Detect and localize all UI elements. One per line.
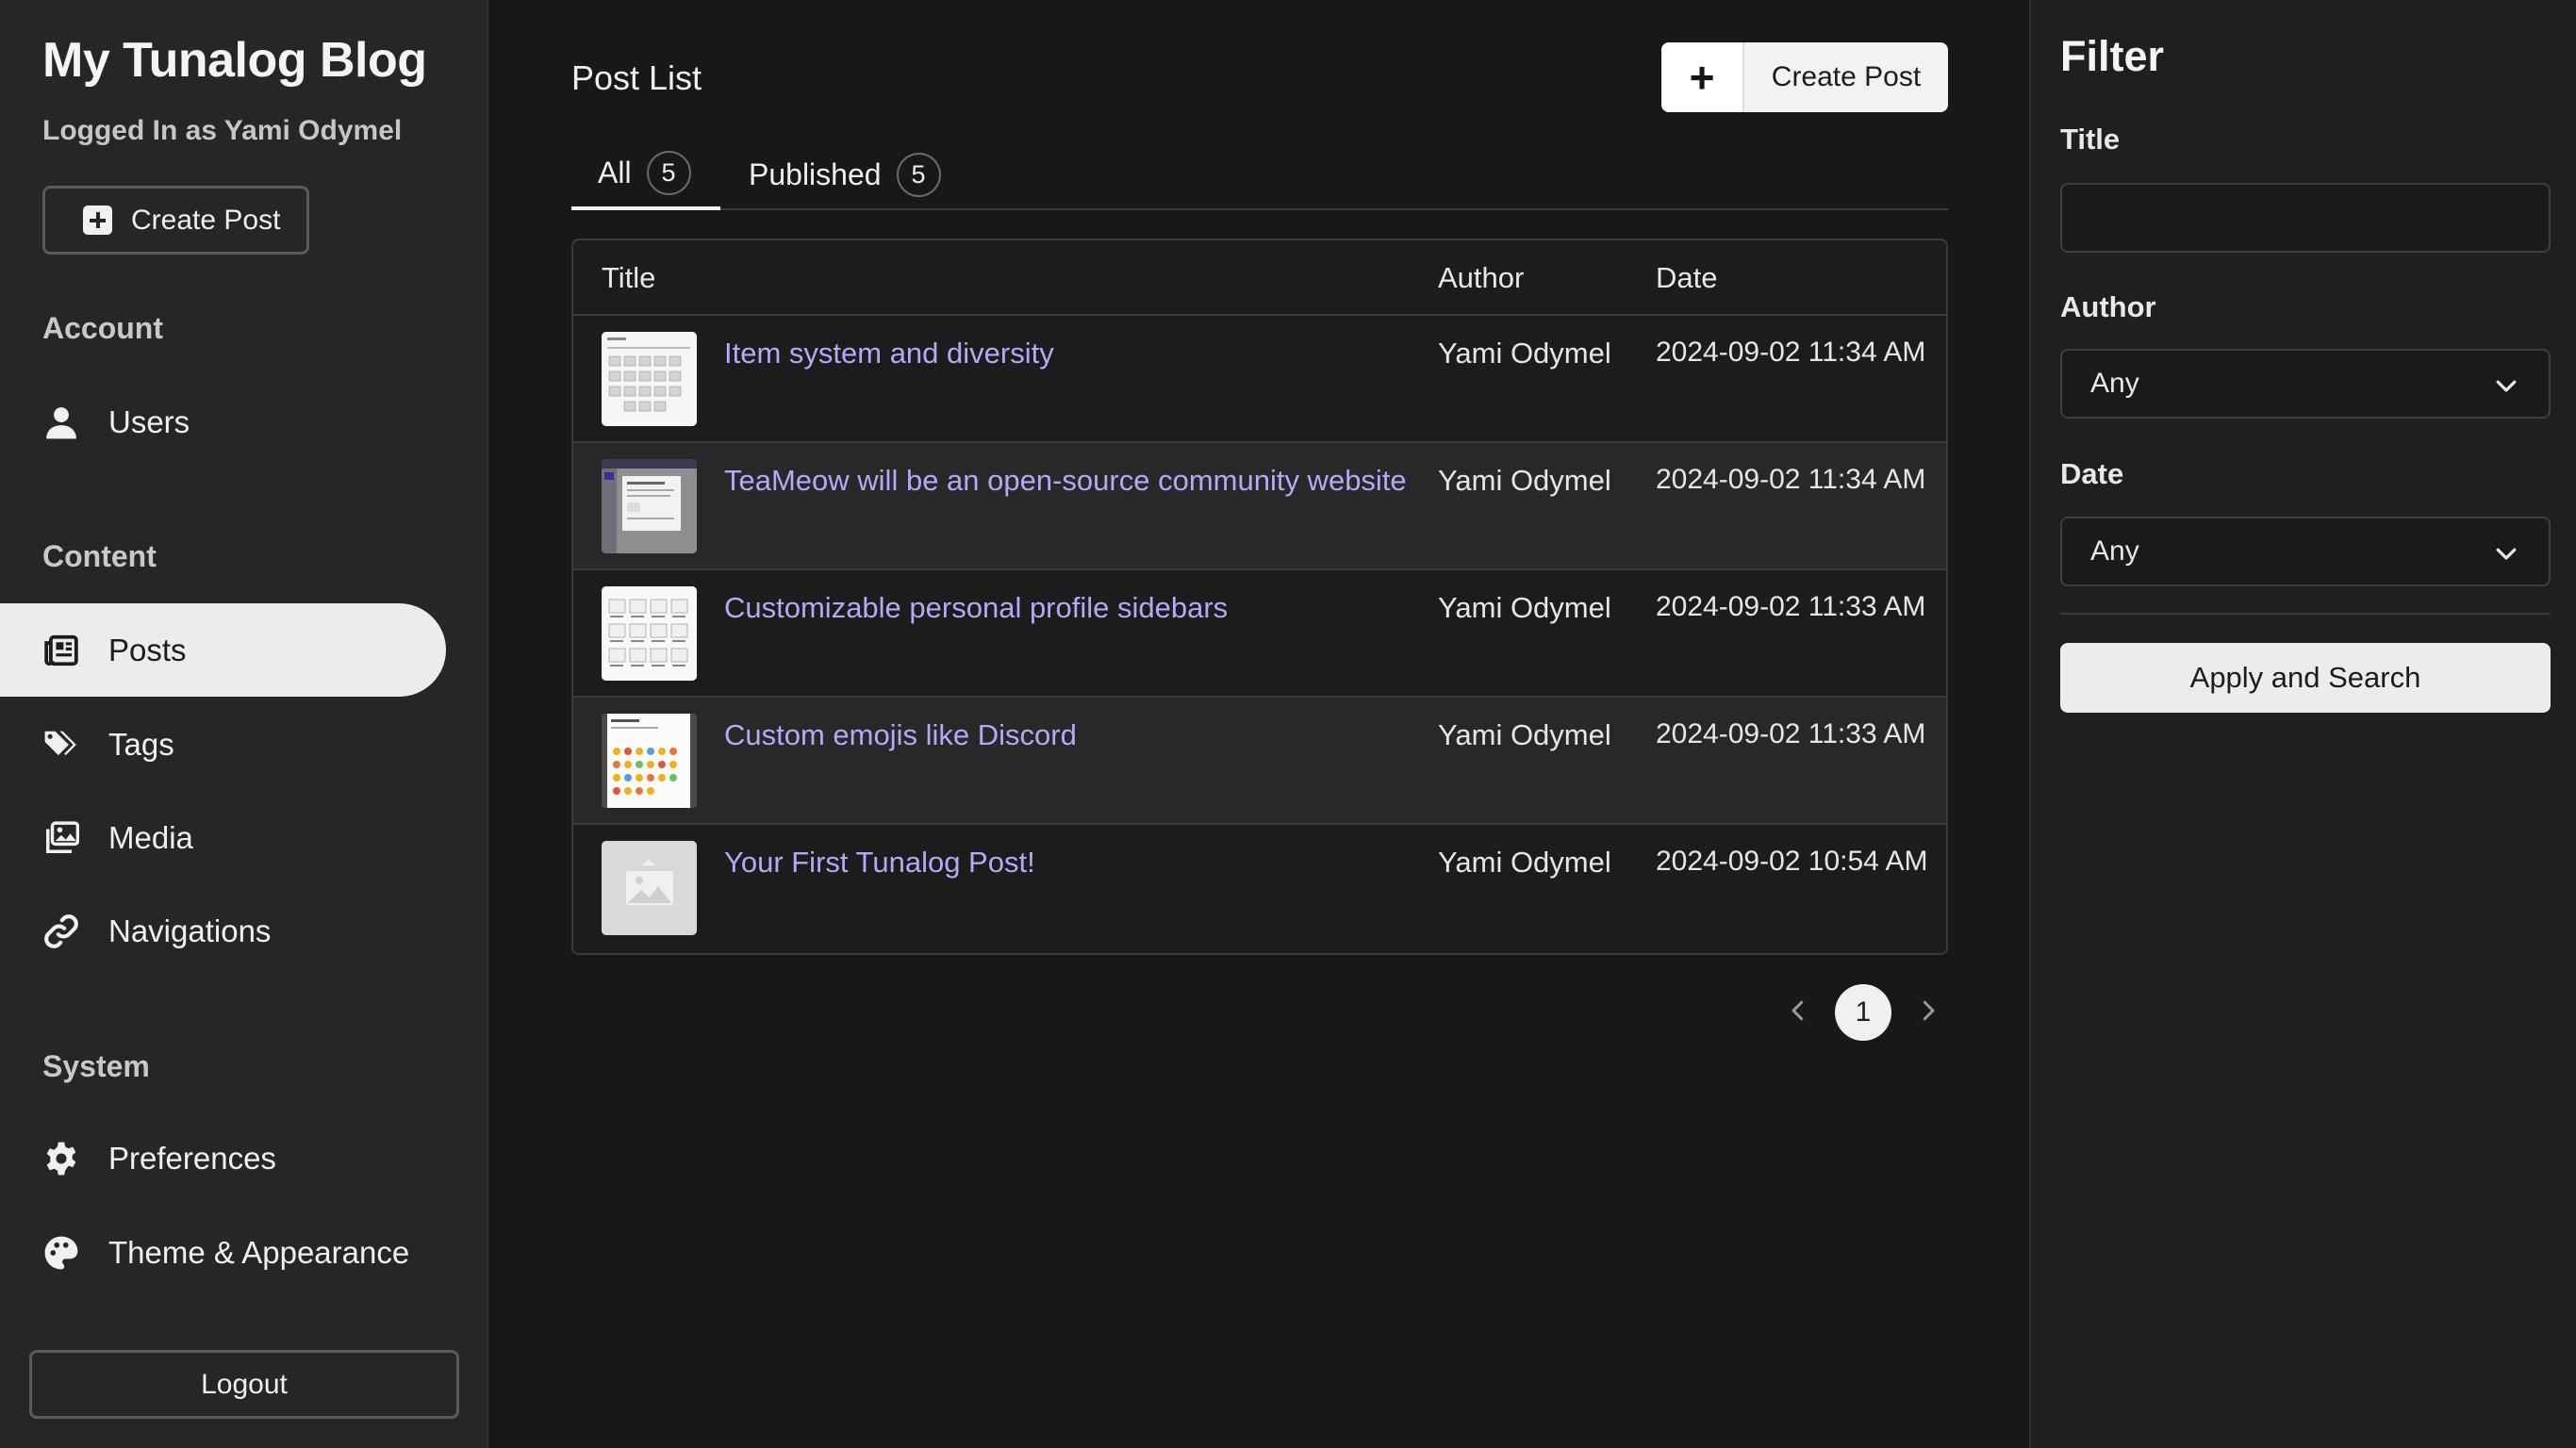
post-date: 2024-09-02 10:54 AM (1656, 846, 1928, 877)
post-date: 2024-09-02 11:33 AM (1656, 718, 1926, 749)
create-post-button[interactable]: + Create Post (1661, 42, 1948, 112)
logout-button[interactable]: Logout (29, 1350, 459, 1419)
filter-date-label: Date (2060, 457, 2124, 490)
post-table: Title Author Date Item system and divers… (571, 239, 1948, 955)
page-title: Post List (571, 58, 702, 97)
post-tabs: All 5 Published 5 (571, 140, 1948, 210)
app-window: My Tunalog Blog Logged In as Yami Odymel… (0, 0, 2576, 1448)
post-thumbnail[interactable] (602, 332, 697, 426)
filter-panel: Filter Title Author Any Date Any Apply a… (2029, 0, 2576, 1448)
author-select[interactable]: Any (2060, 349, 2551, 419)
sidebar-item-media[interactable]: Media (0, 791, 446, 884)
gear-icon (42, 1140, 80, 1177)
post-author: Yami Odymel (1438, 718, 1611, 751)
table-header: Title Author Date (573, 240, 1946, 316)
sidebar-item-label: Posts (108, 632, 187, 667)
post-thumbnail[interactable] (602, 714, 697, 808)
sidebar-create-post-button[interactable]: Create Post (42, 186, 309, 255)
sidebar-item-label: Theme & Appearance (108, 1234, 410, 1270)
post-date: 2024-09-02 11:34 AM (1656, 464, 1926, 495)
plus-icon: + (1661, 42, 1744, 112)
post-author: Yami Odymel (1438, 591, 1611, 624)
section-title-content: Content (42, 539, 157, 573)
sidebar-item-users[interactable]: Users (0, 375, 446, 469)
sidebar-item-label: Media (108, 819, 193, 855)
tab-label: Published (749, 157, 882, 191)
table-row[interactable]: TeaMeow will be an open-source community… (573, 443, 1946, 570)
filter-author-label: Author (2060, 290, 2156, 323)
date-select-value: Any (2090, 535, 2139, 567)
table-row[interactable]: Customizable personal profile sidebars Y… (573, 570, 1946, 698)
create-post-label: Create Post (1771, 61, 1922, 92)
sidebar-item-posts[interactable]: Posts (0, 603, 446, 697)
tab-label: All (598, 156, 632, 189)
images-icon (42, 819, 80, 857)
sidebar-item-label: Navigations (108, 913, 272, 948)
post-date: 2024-09-02 11:33 AM (1656, 591, 1926, 622)
column-header-title[interactable]: Title (602, 261, 655, 295)
sidebar-item-preferences[interactable]: Preferences (0, 1111, 446, 1205)
main-content: Post List + Create Post All 5 Published … (490, 0, 2029, 1448)
tab-published[interactable]: Published 5 (749, 140, 941, 210)
table-row[interactable]: Custom emojis like Discord Yami Odymel 2… (573, 698, 1946, 825)
brand-title[interactable]: My Tunalog Blog (42, 32, 427, 89)
filter-title-label: Title (2060, 123, 2121, 156)
filter-divider (2060, 613, 2551, 615)
chevron-down-icon (2496, 380, 2517, 392)
sidebar: My Tunalog Blog Logged In as Yami Odymel… (0, 0, 488, 1448)
post-author: Yami Odymel (1438, 337, 1611, 370)
tab-count-badge: 5 (646, 151, 691, 195)
page-number-button[interactable]: 1 (1835, 984, 1891, 1041)
post-author: Yami Odymel (1438, 846, 1611, 879)
tags-icon (42, 726, 80, 764)
post-title-link[interactable]: Customizable personal profile sidebars (724, 591, 1228, 625)
column-header-date[interactable]: Date (1656, 261, 1717, 295)
section-title-system: System (42, 1049, 150, 1083)
image-placeholder-icon[interactable] (602, 841, 697, 935)
post-author: Yami Odymel (1438, 464, 1611, 497)
tab-count-badge: 5 (896, 153, 941, 197)
apply-and-search-button[interactable]: Apply and Search (2060, 643, 2551, 713)
logged-in-status: Logged In as Yami Odymel (42, 115, 403, 146)
author-select-value: Any (2090, 368, 2139, 399)
link-icon (42, 913, 80, 950)
sidebar-item-theme-appearance[interactable]: Theme & Appearance (0, 1206, 446, 1299)
date-select[interactable]: Any (2060, 517, 2551, 586)
chevron-right-icon[interactable] (1914, 996, 1942, 1029)
post-title-link[interactable]: Custom emojis like Discord (724, 718, 1077, 752)
newspaper-icon (42, 632, 80, 669)
post-title-link[interactable]: Your First Tunalog Post! (724, 846, 1035, 880)
sidebar-create-post-label: Create Post (131, 204, 281, 236)
table-row[interactable]: Your First Tunalog Post! Yami Odymel 202… (573, 825, 1946, 952)
pagination: 1 (1784, 984, 1942, 1041)
chevron-down-icon (2496, 548, 2517, 560)
post-title-link[interactable]: TeaMeow will be an open-source community… (724, 464, 1407, 498)
post-title-link[interactable]: Item system and diversity (724, 337, 1054, 370)
palette-icon (42, 1234, 80, 1272)
post-thumbnail[interactable] (602, 586, 697, 681)
plus-square-icon (83, 206, 112, 235)
sidebar-item-label: Tags (108, 726, 174, 762)
chevron-left-icon[interactable] (1784, 996, 1812, 1029)
user-icon (42, 403, 80, 441)
sidebar-item-label: Preferences (108, 1140, 276, 1176)
filter-title: Filter (2060, 32, 2165, 80)
sidebar-item-label: Users (108, 403, 190, 439)
post-thumbnail[interactable] (602, 459, 697, 553)
column-header-author[interactable]: Author (1438, 261, 1524, 295)
title-filter-input[interactable] (2060, 183, 2551, 253)
sidebar-item-tags[interactable]: Tags (0, 698, 446, 791)
tab-all[interactable]: All 5 (571, 140, 720, 210)
post-date: 2024-09-02 11:34 AM (1656, 337, 1926, 368)
table-row[interactable]: Item system and diversity Yami Odymel 20… (573, 316, 1946, 443)
sidebar-item-navigations[interactable]: Navigations (0, 884, 446, 978)
section-title-account: Account (42, 311, 163, 345)
